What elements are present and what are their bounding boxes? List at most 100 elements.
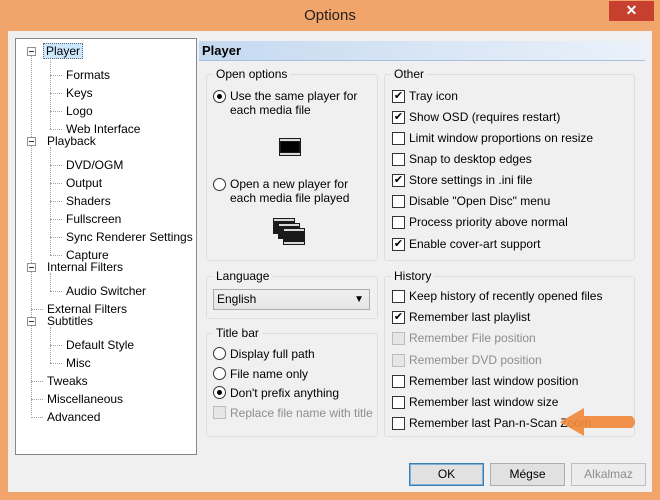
cover-art-checkbox[interactable] [392,238,405,251]
remember-window-size-label[interactable]: Remember last window size [409,394,558,410]
tree-item-player[interactable]: Player [43,43,84,59]
limit-window-proportions-checkbox[interactable] [392,132,405,145]
disable-open-disc-checkbox[interactable] [392,195,405,208]
tree-line [50,111,62,112]
title-bar-title: Title bar [213,326,262,340]
tree-item-output[interactable]: Output [64,175,104,191]
display-full-path-radio[interactable] [213,347,226,360]
collapse-icon[interactable] [27,47,36,56]
same-player-radio[interactable] [213,90,226,103]
remember-dvd-position-label[interactable]: Remember DVD position [409,352,542,368]
same-player-label[interactable]: Use the same player for each media file [230,89,375,117]
apply-button[interactable]: Alkalmaz [571,463,646,486]
tree-line [50,219,62,220]
remember-window-position-label[interactable]: Remember last window position [409,373,578,389]
limit-window-proportions-label[interactable]: Limit window proportions on resize [409,130,593,146]
page-title: Player [199,41,645,61]
collapse-icon[interactable] [27,137,36,146]
open-options-title: Open options [213,67,291,81]
tree-item-shaders[interactable]: Shaders [64,193,113,209]
other-group: Other Tray icon Show OSD (requires resta… [384,67,635,261]
close-icon: ✕ [625,2,638,18]
tray-icon-checkbox[interactable] [392,90,405,103]
disable-open-disc-label[interactable]: Disable "Open Disc" menu [409,193,550,209]
tree-item-dvd-ogm[interactable]: DVD/OGM [64,157,125,173]
show-osd-label[interactable]: Show OSD (requires restart) [409,109,560,125]
tree-item-audio-switcher[interactable]: Audio Switcher [64,283,148,299]
process-priority-checkbox[interactable] [392,216,405,229]
single-player-icon [279,138,301,156]
title-bar-group: Title bar Display full path File name on… [206,326,378,437]
new-player-label[interactable]: Open a new player for each media file pl… [230,177,375,205]
show-osd-checkbox[interactable] [392,111,405,124]
tree-line [50,75,62,76]
tree-line [50,363,62,364]
remember-file-position-label[interactable]: Remember File position [409,330,536,346]
store-settings-ini-checkbox[interactable] [392,174,405,187]
keep-history-checkbox[interactable] [392,290,405,303]
tree-item-misc[interactable]: Misc [64,355,93,371]
tree-item-keys[interactable]: Keys [64,85,95,101]
tree-item-subtitles[interactable]: Subtitles [45,313,95,329]
title-bar[interactable]: Options ✕ [0,0,660,32]
tree-line [50,129,62,130]
tree-line [50,201,62,202]
ok-button[interactable]: OK [409,463,484,486]
tree-item-formats[interactable]: Formats [64,67,112,83]
file-name-only-label[interactable]: File name only [230,366,308,382]
tree-line [50,273,51,291]
tree-item-logo[interactable]: Logo [64,103,95,119]
tree-item-default-style[interactable]: Default Style [64,337,136,353]
store-settings-ini-label[interactable]: Store settings in .ini file [409,172,532,188]
tree-item-tweaks[interactable]: Tweaks [45,373,90,389]
tree-line [31,51,32,415]
tree-item-playback[interactable]: Playback [45,133,98,149]
collapse-icon[interactable] [27,317,36,326]
remember-window-position-checkbox[interactable] [392,375,405,388]
language-value: English [217,292,257,306]
file-name-only-radio[interactable] [213,367,226,380]
dont-prefix-radio[interactable] [213,386,226,399]
remember-window-size-checkbox[interactable] [392,396,405,409]
tree-item-fullscreen[interactable]: Fullscreen [64,211,123,227]
tree-line [50,345,62,346]
tree-item-sync-renderer-settings[interactable]: Sync Renderer Settings [64,229,195,245]
options-tree[interactable]: Player Formats Keys Logo Web Interface P… [15,38,197,455]
cover-art-label[interactable]: Enable cover-art support [409,236,540,252]
tree-line [50,255,62,256]
remember-dvd-position-checkbox[interactable] [392,354,405,367]
tree-line [50,291,62,292]
replace-file-name-checkbox[interactable] [213,406,226,419]
collapse-icon[interactable] [27,263,36,272]
process-priority-label[interactable]: Process priority above normal [409,214,568,230]
tree-line [31,309,43,310]
multiple-players-icon [273,218,305,245]
tree-item-advanced[interactable]: Advanced [45,409,102,425]
tree-line [31,417,43,418]
tree-item-internal-filters[interactable]: Internal Filters [45,259,125,275]
remember-playlist-checkbox[interactable] [392,311,405,324]
dont-prefix-label[interactable]: Don't prefix anything [230,385,339,401]
chevron-down-icon: ▼ [354,294,364,305]
options-window: Options ✕ Player Formats Keys Logo Web I… [0,0,660,500]
close-button[interactable]: ✕ [609,1,654,21]
replace-file-name-label[interactable]: Replace file name with title [230,405,373,421]
tree-line [50,165,62,166]
remember-pan-scan-zoom-checkbox[interactable] [392,417,405,430]
language-select[interactable]: English ▼ [213,289,370,310]
snap-to-desktop-checkbox[interactable] [392,153,405,166]
tree-item-miscellaneous[interactable]: Miscellaneous [45,391,125,407]
tree-line [50,183,62,184]
keep-history-label[interactable]: Keep history of recently opened files [409,288,602,304]
cancel-button[interactable]: Mégse [490,463,565,486]
remember-file-position-checkbox[interactable] [392,332,405,345]
display-full-path-label[interactable]: Display full path [230,346,315,362]
language-title: Language [213,269,273,283]
tray-icon-label[interactable]: Tray icon [409,88,458,104]
window-title: Options [304,7,356,24]
tree-line [50,93,62,94]
new-player-radio[interactable] [213,178,226,191]
snap-to-desktop-label[interactable]: Snap to desktop edges [409,151,532,167]
remember-playlist-label[interactable]: Remember last playlist [409,309,530,325]
history-title: History [391,269,435,283]
